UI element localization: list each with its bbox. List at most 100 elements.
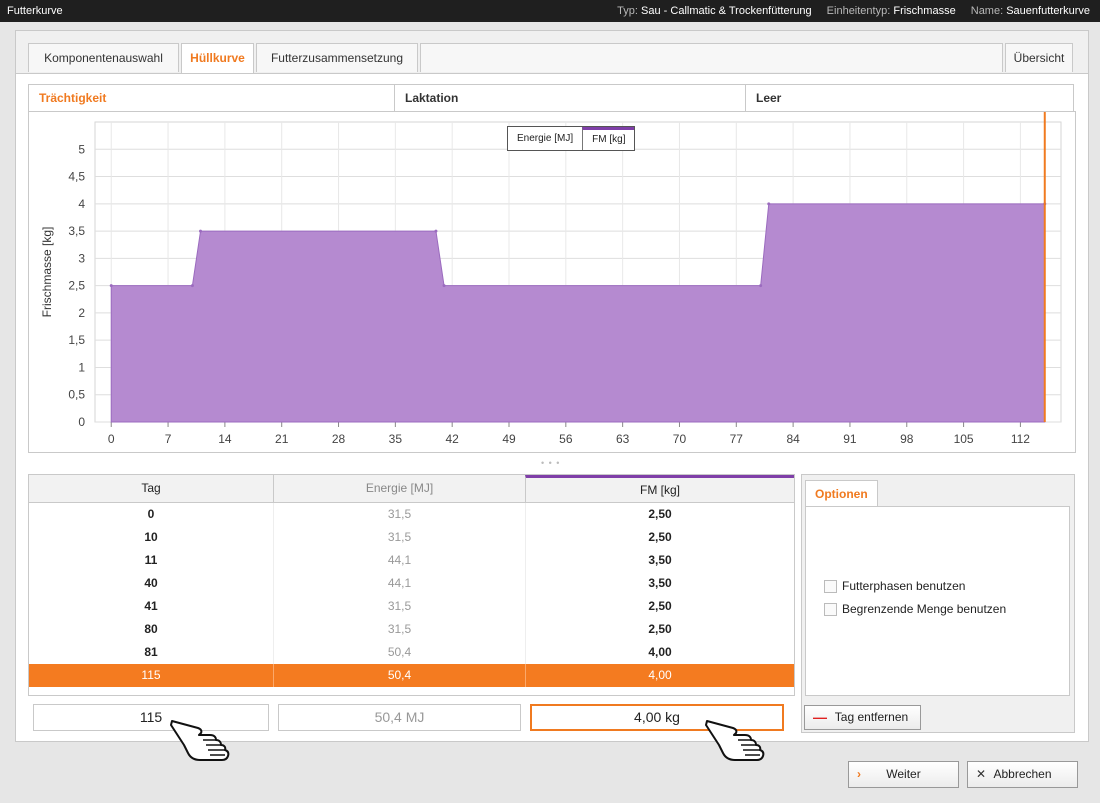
x-tick-label: 91 [843,432,857,446]
titlebar-meta: Typ: Sau - Callmatic & Trockenfütterung … [617,5,1090,17]
table-row[interactable]: 10 31,5 2,50 [29,526,794,549]
x-tick-label: 21 [275,432,289,446]
tab-strip-spacer [420,43,1003,72]
cell-fm: 2,50 [525,526,794,549]
unit-type-label: Einheitentyp: [826,5,891,17]
cell-fm: 4,00 [525,641,794,664]
table-row[interactable]: 11 44,1 3,50 [29,549,794,572]
cell-day: 10 [144,530,158,544]
tab-envelope-curve[interactable]: Hüllkurve [181,43,254,73]
checkbox-box [824,602,837,616]
name-label: Name: [970,5,1004,17]
cell-fm: 2,50 [525,595,794,618]
close-icon: ✕ [976,767,987,781]
next-label: Weiter [886,767,921,781]
y-tick-label: 4 [78,197,85,211]
data-point [442,284,446,288]
window-titlebar: Futterkurve Typ: Sau - Callmatic & Trock… [0,0,1100,22]
x-tick-label: 28 [332,432,346,446]
y-tick-label: 1 [78,360,85,374]
subtab-lactation[interactable]: Laktation [394,84,746,111]
y-tick-label: 1,5 [68,333,85,347]
x-tick-label: 105 [954,432,974,446]
checkbox-box [824,579,837,593]
feed-phases-checkbox[interactable]: Futterphasen benutzen [824,578,965,594]
type-label: Typ: [617,5,638,17]
x-tick-label: 14 [218,432,232,446]
cell-fm: 2,50 [525,503,794,526]
cancel-button[interactable]: ✕ Abbrechen [967,761,1078,788]
x-tick-label: 77 [730,432,744,446]
y-tick-label: 2 [78,306,85,320]
limit-amount-checkbox[interactable]: Begrenzende Menge benutzen [824,601,1006,617]
options-panel: Optionen Futterphasen benutzen Begrenzen… [801,474,1075,733]
y-tick-label: 5 [78,142,85,156]
remove-day-button[interactable]: — Tag entfernen [804,705,921,730]
y-tick-label: 3 [78,251,85,265]
y-axis-label: Frischmasse [kg] [40,227,54,318]
cell-energy: 31,5 [273,526,525,549]
phase-subtabs: Trächtigkeit Laktation Leer [28,84,1074,111]
cell-day: 81 [144,645,158,659]
feed-curve-chart: 0 0,5 1 1,5 2 2,5 3 3,5 4 4,5 5 0 7 14 21 28 35 42 49 56 63 7… [28,111,1076,453]
cell-day: 41 [144,599,158,613]
energy-input[interactable]: 50,4 MJ [278,704,521,731]
cell-energy: 50,4 [273,664,525,687]
x-tick-label: 7 [165,432,172,446]
data-point [767,202,771,206]
chevron-right-icon: › [857,767,861,781]
legend-energy[interactable]: Energie [MJ] [508,127,582,150]
cancel-label: Abbrechen [993,767,1052,781]
tab-feed-composition[interactable]: Futterzusammensetzung [256,43,418,72]
cell-energy: 44,1 [273,572,525,595]
main-tabbar: Komponentenauswahl Hüllkurve Futterzusam… [16,31,1088,74]
cell-fm: 3,50 [525,572,794,595]
y-tick-label: 4,5 [68,170,85,184]
name-value: Sauenfutterkurve [1006,5,1090,17]
header-energy[interactable]: Energie [MJ] [273,475,525,502]
subtab-gestation[interactable]: Trächtigkeit [28,84,395,111]
table-row[interactable]: 0 31,5 2,50 [29,503,794,526]
splitter-handle[interactable]: • • • [541,458,560,468]
x-tick-label: 35 [389,432,403,446]
cell-energy: 44,1 [273,549,525,572]
remove-day-label: Tag entfernen [834,710,909,724]
table-row[interactable]: 81 50,4 4,00 [29,641,794,664]
cell-day: 80 [144,622,158,636]
next-button[interactable]: › Weiter [848,761,959,788]
main-panel: Komponentenauswahl Hüllkurve Futterzusam… [15,30,1089,742]
cell-energy: 31,5 [273,618,525,641]
data-point [190,284,194,288]
cell-energy: 31,5 [273,503,525,526]
x-tick-label: 70 [673,432,687,446]
x-tick-label: 0 [108,432,115,446]
tab-overview[interactable]: Übersicht [1005,43,1073,72]
type-value: Sau - Callmatic & Trockenfütterung [641,5,812,17]
data-point [109,284,113,288]
cell-fm: 4,00 [525,664,794,687]
header-fm[interactable]: FM [kg] [525,475,794,502]
table-header: Tag Energie [MJ] FM [kg] [29,475,794,503]
x-tick-label: 98 [900,432,914,446]
minus-icon: — [813,709,827,725]
feed-phases-label: Futterphasen benutzen [842,579,966,593]
options-body: Futterphasen benutzen Begrenzende Menge … [805,506,1070,696]
cell-fm: 2,50 [525,618,794,641]
subtab-empty[interactable]: Leer [745,84,1074,111]
unit-type-value: Frischmasse [893,5,956,17]
table-row[interactable]: 115 50,4 4,00 [29,664,794,687]
cell-day: 40 [144,576,158,590]
curve-table: Tag Energie [MJ] FM [kg] 0 31,5 2,50 10 31,5… [28,474,795,696]
x-tick-label: 56 [559,432,573,446]
header-day[interactable]: Tag [29,475,273,502]
y-tick-label: 0 [78,415,85,429]
table-row[interactable]: 40 44,1 3,50 [29,572,794,595]
table-row[interactable]: 80 31,5 2,50 [29,618,794,641]
tab-options[interactable]: Optionen [805,480,878,506]
legend-fm[interactable]: FM [kg] [582,127,635,150]
cell-energy: 31,5 [273,595,525,618]
table-row[interactable]: 41 31,5 2,50 [29,595,794,618]
cell-day: 115 [141,668,161,682]
chart-svg[interactable]: 0 0,5 1 1,5 2 2,5 3 3,5 4 4,5 5 0 7 14 21 28 35 42 49 56 63 7… [29,112,1075,452]
tab-component-selection[interactable]: Komponentenauswahl [28,43,179,72]
